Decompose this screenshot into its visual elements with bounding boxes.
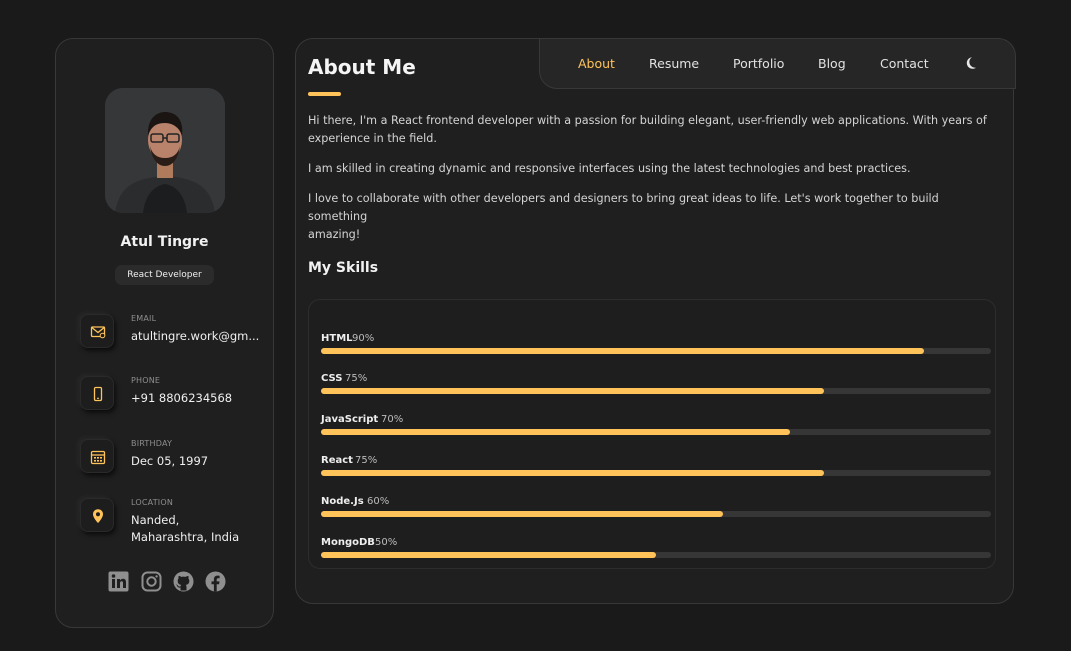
email-value[interactable]: atultingre.work@gm... <box>131 328 259 345</box>
skill-percent: 75% <box>345 373 368 384</box>
skill-name: React <box>321 455 353 466</box>
top-navigation: About Resume Portfolio Blog Contact <box>539 38 1016 89</box>
nav-resume[interactable]: Resume <box>649 56 699 71</box>
skill-name: JavaScript <box>321 414 379 425</box>
skill-percent: 70% <box>381 414 404 425</box>
about-paragraph-3-line-1: I love to collaborate with other develop… <box>308 192 939 223</box>
facebook-icon[interactable] <box>205 571 226 596</box>
page-title: About Me <box>308 55 416 79</box>
nav-contact[interactable]: Contact <box>880 56 929 71</box>
location-value: Nanded, Maharashtra, India <box>131 512 239 546</box>
moon-icon[interactable] <box>963 55 977 74</box>
skill-percent: 75% <box>355 455 378 466</box>
phone-icon <box>80 376 114 410</box>
skill-percent: 90% <box>352 333 375 344</box>
skill-name: CSS <box>321 373 343 384</box>
github-icon[interactable] <box>173 571 194 596</box>
location-line-2: Maharashtra, India <box>131 530 240 544</box>
skill-progress-track <box>321 388 991 394</box>
nav-blog[interactable]: Blog <box>818 56 846 71</box>
skill-progress-fill <box>321 552 656 558</box>
skill-name: HTML <box>321 333 353 344</box>
about-paragraph-3-line-2: amazing! <box>308 228 361 241</box>
skill-progress-track <box>321 552 991 558</box>
email-label: EMAIL <box>131 314 157 323</box>
skill-progress-fill <box>321 470 824 476</box>
skill-progress-fill <box>321 511 723 517</box>
about-paragraph-1-line-1: Hi there, I'm a React frontend developer… <box>308 114 987 127</box>
skill-progress-track <box>321 348 991 354</box>
skill-percent: 60% <box>367 496 390 507</box>
skill-progress-fill <box>321 388 824 394</box>
linkedin-icon[interactable] <box>108 571 129 596</box>
location-label: LOCATION <box>131 498 174 507</box>
profile-name: Atul Tingre <box>120 234 209 250</box>
about-paragraph-1: Hi there, I'm a React frontend developer… <box>308 112 988 148</box>
mail-icon <box>80 314 114 348</box>
skills-title: My Skills <box>308 260 379 276</box>
instagram-icon[interactable] <box>141 571 162 596</box>
skill-progress-fill <box>321 348 924 354</box>
location-line-1: Nanded, <box>131 513 180 527</box>
skill-progress-track <box>321 470 991 476</box>
skill-progress-track <box>321 511 991 517</box>
calendar-icon <box>80 439 114 473</box>
birthday-label: BIRTHDAY <box>131 439 173 448</box>
about-paragraph-3: I love to collaborate with other develop… <box>308 190 988 244</box>
title-underline <box>308 92 341 96</box>
about-panel: About Resume Portfolio Blog Contact Abou… <box>295 38 1016 604</box>
about-paragraph-1-line-2: experience in the field. <box>308 132 437 145</box>
skill-name: MongoDB <box>321 537 375 548</box>
birthday-value: Dec 05, 1997 <box>131 454 209 468</box>
skill-progress-track <box>321 429 991 435</box>
nav-about[interactable]: About <box>578 56 615 71</box>
avatar <box>105 88 225 213</box>
skill-percent: 50% <box>375 537 398 548</box>
about-paragraph-2: I am skilled in creating dynamic and res… <box>308 162 911 175</box>
profile-sidebar: Atul Tingre React Developer EMAIL atulti… <box>55 38 274 628</box>
phone-value[interactable]: +91 8806234568 <box>131 390 232 407</box>
skills-list: HTML 90% CSS 75% JavaScript 70% React 75… <box>308 299 996 569</box>
nav-portfolio[interactable]: Portfolio <box>733 56 784 71</box>
role-badge: React Developer <box>115 265 214 285</box>
skill-progress-fill <box>321 429 790 435</box>
phone-label: PHONE <box>131 376 161 385</box>
skill-name: Node.Js <box>321 496 364 507</box>
location-pin-icon <box>80 498 114 532</box>
